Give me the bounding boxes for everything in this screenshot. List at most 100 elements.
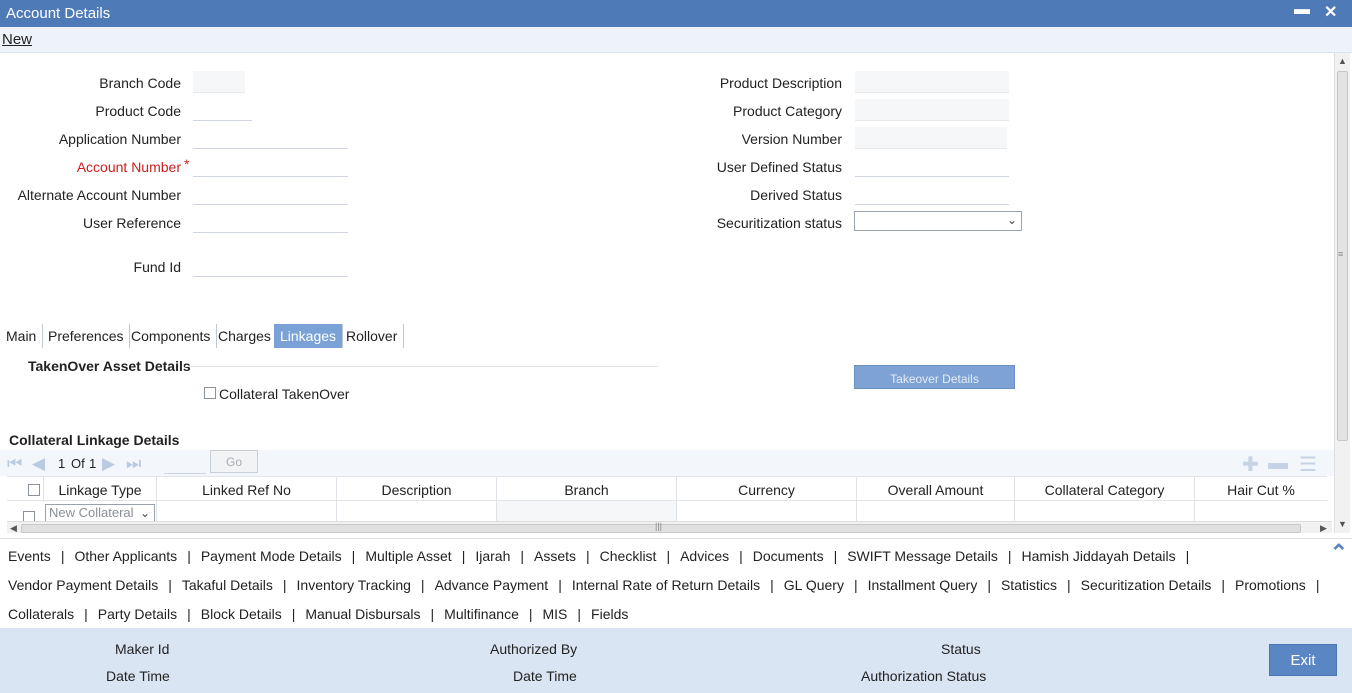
column-header[interactable]: Collateral Category — [1015, 477, 1195, 502]
multi-entry-icon[interactable]: ☰ — [1299, 452, 1317, 477]
previous-page-icon[interactable]: ◀ — [32, 454, 45, 474]
link-separator: | — [1221, 577, 1225, 593]
function-link[interactable]: Advices — [680, 548, 729, 564]
function-link[interactable]: MIS — [543, 606, 568, 622]
function-link[interactable]: Other Applicants — [74, 548, 177, 564]
function-link[interactable]: Installment Query — [868, 577, 978, 593]
link-separator: | — [461, 548, 466, 564]
main-content: Branch Code Product Code Application Num… — [0, 53, 1334, 533]
application-number-label: Application Number — [58, 131, 181, 147]
function-link[interactable]: Assets — [534, 548, 576, 564]
column-header[interactable]: Linkage Type — [44, 477, 157, 502]
tab-preferences[interactable]: Preferences — [42, 324, 131, 348]
function-link[interactable]: Securitization Details — [1081, 577, 1212, 593]
account-number-field[interactable] — [193, 155, 348, 177]
grid-header: Linkage Type Linked Ref No Description B… — [7, 476, 1327, 502]
derived-status-label: Derived Status — [750, 187, 842, 203]
tab-rollover[interactable]: Rollover — [340, 324, 405, 348]
column-header[interactable]: Currency — [677, 477, 857, 502]
close-icon[interactable]: ✕ — [1324, 2, 1337, 22]
function-link[interactable]: Promotions — [1235, 577, 1306, 593]
tab-charges[interactable]: Charges — [212, 324, 278, 348]
application-number-field[interactable] — [193, 127, 348, 149]
user-defined-status-field[interactable] — [855, 155, 1009, 177]
function-link[interactable]: Ijarah — [475, 548, 510, 564]
add-row-icon[interactable]: ✚ — [1242, 452, 1259, 477]
column-header[interactable]: Description — [337, 477, 497, 502]
product-description-field[interactable] — [855, 71, 1009, 93]
next-page-icon[interactable]: ▶ — [102, 454, 115, 474]
function-link[interactable]: Statistics — [1001, 577, 1057, 593]
function-link[interactable]: Checklist — [600, 548, 657, 564]
takeover-details-button[interactable]: Takeover Details — [854, 365, 1015, 389]
exit-button[interactable]: Exit — [1269, 644, 1337, 676]
product-description-label: Product Description — [719, 75, 842, 91]
vertical-scrollbar[interactable]: ▲ ≡ ▼ — [1334, 53, 1350, 533]
derived-status-field[interactable] — [855, 183, 1009, 205]
column-header[interactable]: Linked Ref No — [157, 477, 337, 502]
function-link[interactable]: SWIFT Message Details — [847, 548, 998, 564]
menubar: New — [0, 27, 1352, 53]
horizontal-scrollbar[interactable]: ◀ ||| ▶ — [7, 521, 1332, 533]
fund-id-field[interactable] — [193, 255, 348, 277]
collateral-takenover-checkbox[interactable] — [204, 387, 216, 399]
tab-main[interactable]: Main — [0, 324, 44, 348]
first-page-icon[interactable]: ⏮ — [7, 454, 22, 474]
chevron-down-icon: ⌄ — [139, 506, 150, 520]
product-code-field[interactable] — [193, 99, 252, 121]
column-header[interactable]: Hair Cut % — [1195, 477, 1327, 502]
alternate-account-number-field[interactable] — [193, 183, 348, 205]
function-link[interactable]: Manual Disbursals — [305, 606, 420, 622]
branch-code-field[interactable] — [193, 71, 245, 93]
column-header[interactable]: Branch — [497, 477, 677, 502]
delete-row-icon[interactable]: ▬ — [1268, 452, 1288, 475]
link-separator: | — [987, 577, 991, 593]
function-link[interactable]: Multiple Asset — [365, 548, 451, 564]
function-link[interactable]: Inventory Tracking — [297, 577, 411, 593]
securitization-status-select[interactable]: ⌄ — [854, 211, 1022, 231]
function-link[interactable]: Collaterals — [8, 606, 74, 622]
select-all-checkbox[interactable] — [28, 484, 40, 496]
function-link[interactable]: Advance Payment — [435, 577, 549, 593]
function-link[interactable]: Block Details — [201, 606, 282, 622]
linkage-type-value: New Collateral — [49, 505, 134, 520]
minimize-icon[interactable]: ▬ — [1294, 1, 1310, 19]
link-separator: | — [739, 548, 743, 564]
function-link[interactable]: Fields — [591, 606, 628, 622]
function-link[interactable]: Internal Rate of Return Details — [572, 577, 760, 593]
fund-id-label: Fund Id — [133, 259, 181, 275]
new-link[interactable]: New — [2, 31, 32, 48]
status-label: Status — [941, 641, 981, 657]
function-link[interactable]: Documents — [753, 548, 824, 564]
function-link[interactable]: Multifinance — [444, 606, 519, 622]
product-category-field[interactable] — [855, 99, 1009, 121]
function-link[interactable]: Takaful Details — [182, 577, 273, 593]
required-marker: * — [184, 156, 190, 172]
scroll-up-icon[interactable]: ▲ — [1338, 56, 1347, 66]
pager-total: 1 — [89, 456, 97, 471]
product-code-label: Product Code — [95, 103, 181, 119]
tab-linkages[interactable]: Linkages — [274, 324, 344, 348]
tab-components[interactable]: Components — [125, 324, 218, 348]
scroll-down-icon[interactable]: ▼ — [1338, 519, 1347, 529]
go-button[interactable]: Go — [210, 450, 258, 473]
collateral-takenover-label: Collateral TakenOver — [219, 386, 350, 402]
link-separator: | — [520, 548, 524, 564]
scroll-left-icon[interactable]: ◀ — [10, 523, 17, 533]
column-header[interactable]: Overall Amount — [857, 477, 1015, 502]
function-link[interactable]: Hamish Jiddayah Details — [1022, 548, 1176, 564]
function-link[interactable]: GL Query — [784, 577, 844, 593]
link-separator: | — [666, 548, 671, 564]
version-number-field[interactable] — [855, 127, 1007, 149]
scroll-right-icon[interactable]: ▶ — [1320, 523, 1327, 533]
last-page-icon[interactable]: ⏭ — [126, 454, 141, 474]
function-link[interactable]: Payment Mode Details — [201, 548, 342, 564]
function-link[interactable]: Events — [8, 548, 51, 564]
product-category-label: Product Category — [733, 103, 842, 119]
collapse-up-icon[interactable]: ⌃ — [1330, 540, 1348, 566]
function-link[interactable]: Vendor Payment Details — [8, 577, 158, 593]
page-number-input[interactable] — [164, 454, 206, 474]
user-reference-field[interactable] — [193, 211, 348, 233]
link-separator: | — [168, 577, 172, 593]
function-link[interactable]: Party Details — [98, 606, 177, 622]
